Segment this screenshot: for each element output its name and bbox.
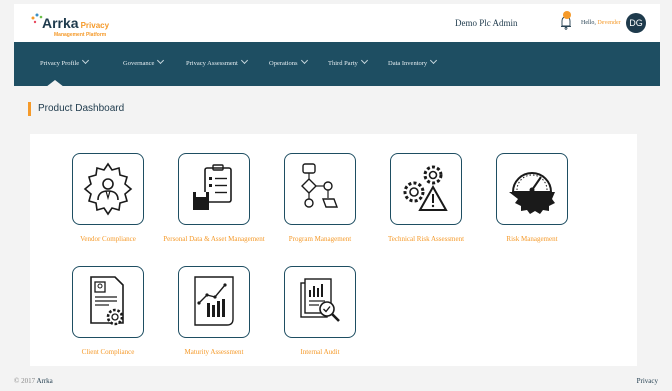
nav-operations[interactable]: Operations	[269, 56, 308, 67]
tile-label: Risk Management	[506, 235, 558, 243]
nav-data-inventory[interactable]: Data Inventory	[388, 56, 438, 67]
tile-box	[72, 266, 144, 338]
logo-text: Arrka Privacy	[42, 15, 110, 31]
notification-badge	[563, 11, 571, 19]
tile-label: Internal Audit	[300, 348, 340, 356]
greeting: Hello, Devender	[581, 20, 621, 26]
dashboard-card: Vendor Compliance Personal Data & Asset …	[30, 134, 637, 366]
tile-box	[496, 153, 568, 225]
org-name: Demo Plc Admin	[455, 18, 518, 28]
page-title: Product Dashboard	[28, 102, 124, 116]
avatar[interactable]: DG	[626, 13, 646, 33]
nav-privacy-profile[interactable]: Privacy Profile	[40, 56, 90, 67]
tile-risk-management[interactable]: Risk Management	[468, 153, 596, 244]
tile-box	[284, 153, 356, 225]
nav-third-party[interactable]: Third Party	[328, 56, 368, 67]
document-gear-icon	[90, 276, 124, 326]
privacy-link[interactable]: Privacy	[637, 377, 658, 385]
chevron-down-icon	[360, 56, 368, 65]
gears-warning-icon	[403, 165, 448, 211]
tile-box	[72, 153, 144, 225]
tile-box	[284, 266, 356, 338]
clipboard-database-icon	[193, 164, 232, 210]
chevron-down-icon	[240, 56, 248, 65]
nav-governance[interactable]: Governance	[123, 56, 165, 67]
main-nav: Privacy Profile Governance Privacy Asses…	[14, 42, 660, 86]
gauge-gear-icon	[509, 172, 555, 214]
tile-box	[178, 153, 250, 225]
tile-box	[390, 153, 462, 225]
nav-active-indicator	[46, 80, 64, 87]
tile-box	[178, 266, 250, 338]
chevron-down-icon	[430, 56, 438, 65]
chevron-down-icon	[157, 56, 165, 65]
top-header: Arrka Privacy Management Platform Demo Pl…	[14, 4, 660, 42]
vendor-compliance-icon	[83, 162, 133, 216]
copyright: © 2017 Arrka	[14, 377, 53, 385]
tile-internal-audit[interactable]: Internal Audit	[256, 266, 384, 357]
logo-subtitle: Management Platform	[54, 32, 107, 38]
audit-report-icon	[300, 278, 340, 322]
nav-privacy-assessment[interactable]: Privacy Assessment	[186, 56, 248, 67]
chevron-down-icon	[82, 56, 90, 65]
footer: © 2017 Arrka Privacy	[0, 372, 672, 391]
growth-chart-icon	[194, 276, 234, 326]
flowchart-icon	[301, 163, 339, 208]
chevron-down-icon	[300, 56, 308, 65]
